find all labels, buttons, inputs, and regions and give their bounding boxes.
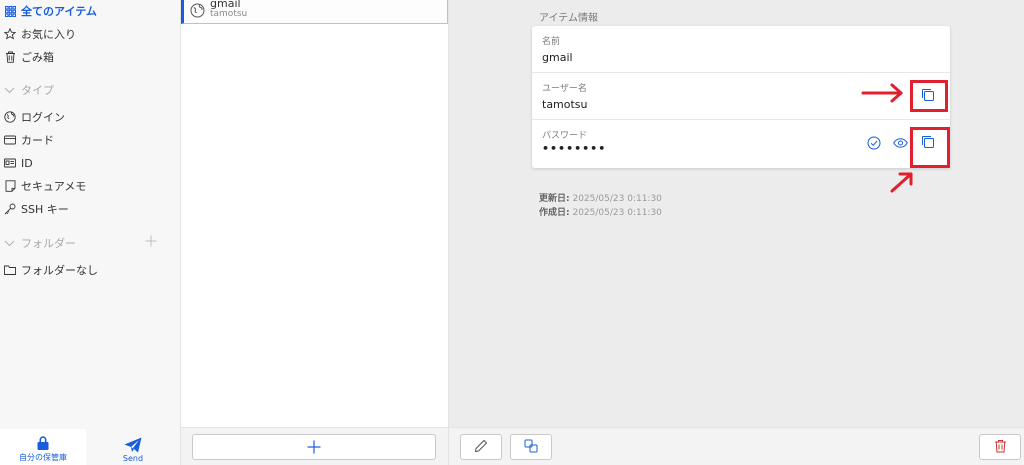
nav-type-secure-note[interactable]: セキュアメモ xyxy=(4,176,86,196)
item-list: gmail tamotsu xyxy=(181,0,449,465)
nav-no-folder[interactable]: フォルダーなし xyxy=(4,260,98,280)
nav-no-folder-label: フォルダーなし xyxy=(21,264,98,277)
nav-type-identity[interactable]: ID xyxy=(4,153,33,173)
delete-button[interactable] xyxy=(979,434,1021,460)
send-icon xyxy=(124,436,142,454)
updated-date: 更新日: 2025/05/23 0:11:30 xyxy=(539,191,662,204)
add-folder-icon[interactable] xyxy=(144,235,158,249)
name-label: 名前 xyxy=(542,37,561,47)
eye-icon xyxy=(892,137,908,151)
list-footer xyxy=(181,427,448,465)
id-card-icon xyxy=(4,157,16,169)
nav-trash-label: ごみ箱 xyxy=(21,51,54,64)
globe-icon xyxy=(190,3,205,21)
nav-all-items-label: 全てのアイテム xyxy=(21,5,97,18)
nav-type-secure-note-label: セキュアメモ xyxy=(21,180,87,193)
tab-vault-label: 自分の保管庫 xyxy=(19,453,67,462)
nav-trash[interactable]: ごみ箱 xyxy=(4,47,54,67)
created-date: 作成日: 2025/05/23 0:11:30 xyxy=(539,205,662,218)
detail-footer xyxy=(449,427,1024,465)
annotation-arrow-icon xyxy=(861,83,903,103)
tab-send-label: Send xyxy=(122,454,144,463)
nav-favorites[interactable]: お気に入り xyxy=(4,24,76,44)
item-detail: アイテム情報 名前 gmail ユーザー名 tamotsu パスワード ••••… xyxy=(449,0,1024,465)
edit-button[interactable] xyxy=(460,434,502,460)
types-section-toggle[interactable]: タイプ xyxy=(4,81,54,99)
annotation-arrow-icon xyxy=(890,172,913,193)
folders-heading: フォルダー xyxy=(21,237,76,250)
created-value: 2025/05/23 0:11:30 xyxy=(572,208,662,218)
bottom-tabs: 自分の保管庫 Send xyxy=(0,429,181,465)
nav-type-login[interactable]: ログイン xyxy=(4,107,65,127)
types-heading: タイプ xyxy=(21,84,54,97)
star-icon xyxy=(4,28,16,40)
sidebar: 全てのアイテム お気に入り ごみ箱 タイプ ログイン カード ID セキュアメモ… xyxy=(0,0,181,465)
list-item[interactable]: gmail tamotsu xyxy=(181,0,448,24)
annotation-box xyxy=(910,80,948,112)
globe-icon xyxy=(4,111,16,123)
nav-favorites-label: お気に入り xyxy=(21,28,76,41)
name-value[interactable]: gmail xyxy=(542,51,573,64)
password-value[interactable]: •••••••• xyxy=(542,142,606,155)
check-password-button[interactable] xyxy=(865,135,883,153)
password-label: パスワード xyxy=(542,131,588,141)
add-item-button[interactable] xyxy=(192,434,436,460)
nav-type-identity-label: ID xyxy=(21,156,33,170)
updated-label: 更新日: xyxy=(539,194,570,204)
check-circle-icon xyxy=(867,136,881,153)
credit-card-icon xyxy=(4,134,16,146)
item-name: gmail xyxy=(210,0,241,10)
chevron-down-icon xyxy=(4,84,15,97)
updated-value: 2025/05/23 0:11:30 xyxy=(572,194,662,204)
clone-icon xyxy=(524,439,538,456)
toggle-visibility-button[interactable] xyxy=(891,135,909,153)
annotation-box xyxy=(910,127,950,168)
trash-icon xyxy=(994,439,1007,456)
item-username: tamotsu xyxy=(210,8,248,19)
clone-button[interactable] xyxy=(510,434,552,460)
password-field: パスワード •••••••• xyxy=(532,120,950,168)
nav-type-card[interactable]: カード xyxy=(4,130,54,150)
section-title: アイテム情報 xyxy=(539,13,598,24)
grid-icon xyxy=(4,5,16,17)
nav-all-items[interactable]: 全てのアイテム xyxy=(4,1,97,21)
key-icon xyxy=(4,203,16,215)
trash-icon xyxy=(4,51,16,63)
tab-vault[interactable]: 自分の保管庫 xyxy=(0,429,86,465)
nav-type-card-label: カード xyxy=(21,134,54,147)
chevron-down-icon xyxy=(4,237,15,250)
name-field: 名前 gmail xyxy=(532,26,950,73)
folder-icon xyxy=(4,264,16,276)
lock-icon xyxy=(36,434,50,452)
folders-section-toggle[interactable]: フォルダー xyxy=(4,234,76,252)
tab-send[interactable]: Send xyxy=(90,429,176,465)
note-icon xyxy=(4,180,16,192)
nav-type-ssh-key[interactable]: SSH キー xyxy=(4,199,69,219)
nav-type-login-label: ログイン xyxy=(21,111,65,124)
plus-icon xyxy=(307,435,321,459)
nav-type-ssh-key-label: SSH キー xyxy=(21,203,69,216)
username-value[interactable]: tamotsu xyxy=(542,98,588,111)
username-label: ユーザー名 xyxy=(542,84,587,94)
created-label: 作成日: xyxy=(539,208,570,218)
pencil-icon xyxy=(474,439,488,456)
